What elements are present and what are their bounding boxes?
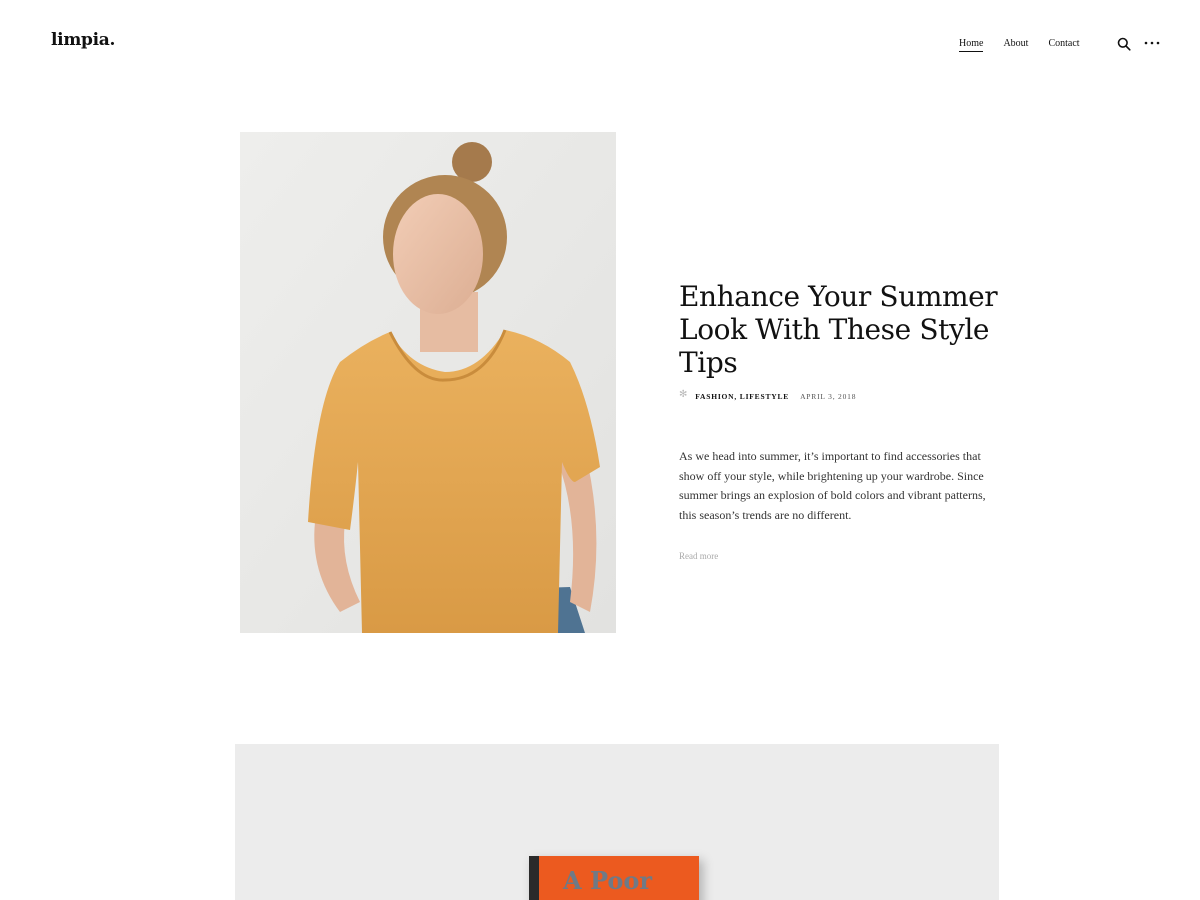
search-icon[interactable] [1117, 37, 1131, 51]
page: limpia. Home About Contact Enhance Your … [0, 0, 1200, 900]
post-categories: Fashion, Lifestyle [695, 392, 789, 401]
post-title[interactable]: Enhance Your Summer Look With These Styl… [679, 280, 999, 379]
post-date: April 3, 2018 [800, 392, 857, 401]
read-more-link[interactable]: Read more [679, 551, 718, 561]
featured-post-image[interactable] [240, 132, 616, 633]
category-link-fashion[interactable]: Fashion [695, 392, 734, 401]
category-link-lifestyle[interactable]: Lifestyle [740, 392, 789, 401]
post-meta: ✻ Fashion, Lifestyle April 3, 2018 [679, 389, 999, 402]
book-cover: A Poor [529, 856, 699, 900]
second-post-image[interactable]: A Poor [235, 744, 999, 900]
post-excerpt: As we head into summer, it’s important t… [679, 449, 986, 522]
ellipsis-icon[interactable] [1143, 35, 1161, 45]
nav-item-home[interactable]: Home [959, 38, 984, 52]
nav-item-contact[interactable]: Contact [1048, 38, 1079, 52]
featured-post: Enhance Your Summer Look With These Styl… [679, 280, 999, 564]
book-spine [529, 856, 539, 900]
book-cover-text: A Poor [563, 866, 653, 895]
site-logo[interactable]: limpia. [51, 30, 115, 50]
category-separator: , [734, 392, 738, 401]
featured-star-icon: ✻ [679, 389, 689, 400]
nav-item-about[interactable]: About [1003, 38, 1028, 52]
main-nav: Home About Contact [959, 38, 1100, 52]
